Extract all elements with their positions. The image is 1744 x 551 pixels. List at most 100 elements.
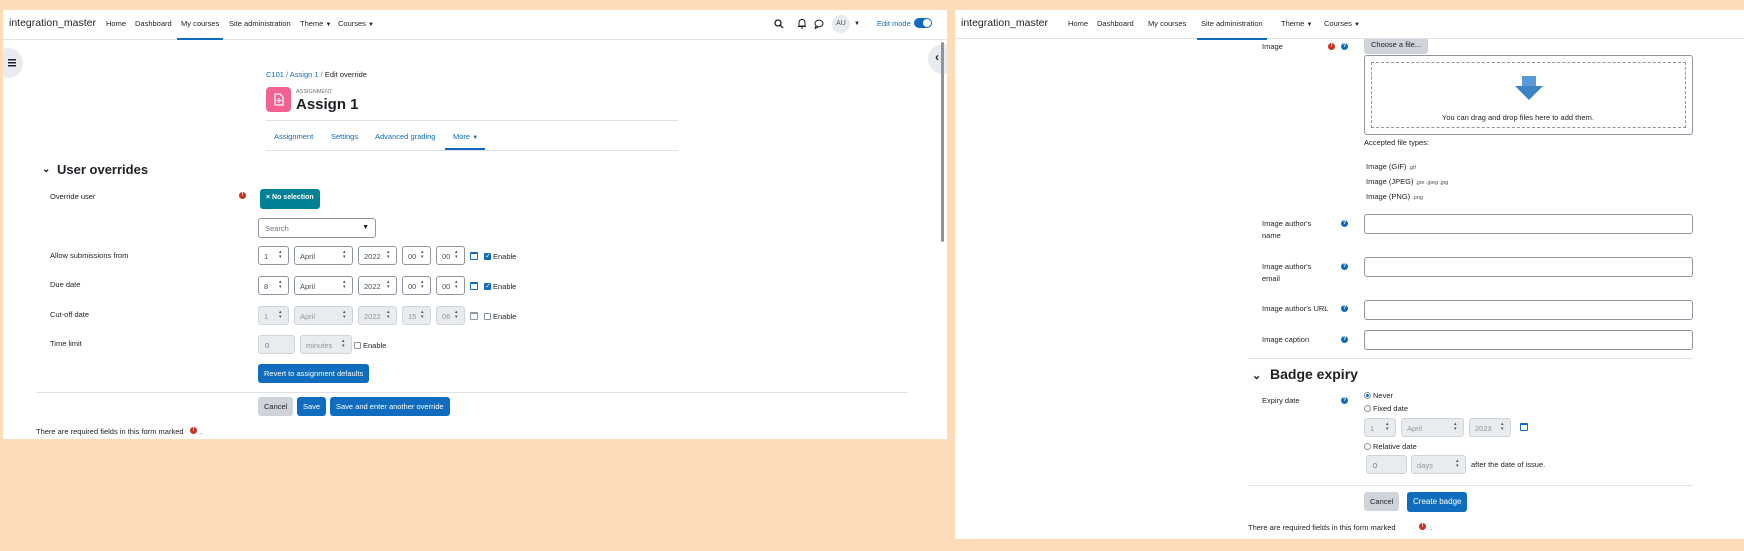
note-period: . [1430,523,1433,532]
search-icon[interactable] [774,19,784,29]
cancel-button[interactable]: Cancel [258,397,294,416]
calendar-icon[interactable] [470,282,478,290]
time-limit-unit-select[interactable]: minutes [300,335,352,354]
tab-assignment[interactable]: Assignment [274,132,313,141]
calendar-icon[interactable] [1520,423,1528,431]
site-brand[interactable]: integration_master [961,17,1048,29]
nav-theme-label: Theme [300,19,324,28]
calendar-icon[interactable] [470,312,478,320]
allow-minute-select[interactable]: 00 [436,246,465,265]
help-icon[interactable]: ? [1341,397,1348,404]
tab-more-label: More [453,132,471,141]
course-index-drawer-button[interactable] [3,48,23,78]
cancel-button[interactable]: Cancel [1364,492,1400,511]
block-drawer-button[interactable]: ‹ [928,44,947,74]
due-day-select[interactable]: 8 [258,276,289,295]
no-selection-tag[interactable]: × No selection [260,189,320,209]
due-month-select[interactable]: April [294,276,353,295]
allow-enable-checkbox[interactable] [484,252,491,260]
author-email-label: Image author's email [1262,262,1312,283]
nav-my-courses[interactable]: My courses [1148,19,1186,28]
required-icon: ! [239,192,246,199]
fixed-day-select[interactable]: 1 [1364,418,1396,437]
allow-month-select[interactable]: April [294,246,353,265]
nav-site-administration[interactable]: Site administration [229,19,291,28]
relative-unit-select[interactable]: days [1411,455,1466,474]
nav-dashboard[interactable]: Dashboard [1097,19,1134,28]
author-url-input[interactable] [1364,300,1693,320]
help-icon[interactable]: ? [1341,336,1348,343]
due-minute-select[interactable]: 00 [436,276,465,295]
chevron-down-icon[interactable]: ▼ [854,21,860,27]
author-name-input[interactable] [1364,214,1693,234]
expiry-relative-label: Relative date [1373,442,1417,451]
expiry-relative-radio[interactable] [1364,443,1371,450]
required-icon: ! [190,427,197,434]
tab-advanced-grading[interactable]: Advanced grading [375,132,435,141]
time-limit-input[interactable]: 0 [258,335,295,354]
expiry-never-radio[interactable] [1364,392,1371,399]
top-navbar: integration_master Home Dashboard My cou… [955,10,1744,40]
tab-settings[interactable]: Settings [331,132,358,141]
collapse-chevron-icon[interactable]: ⌄ [1252,369,1261,382]
user-avatar[interactable]: AU [832,15,850,33]
nav-my-courses[interactable]: My courses [176,19,224,40]
cutoff-year-select[interactable]: 2022 [358,306,397,325]
breadcrumb-course[interactable]: C101 [266,70,284,79]
time-limit-enable-label: Enable [363,341,387,350]
relative-value-input[interactable]: 0 [1366,455,1407,474]
fixed-year-select[interactable]: 2023 [1469,418,1511,437]
breadcrumb-assign[interactable]: Assign 1 [290,70,319,79]
allow-hour-select[interactable]: 00 [402,246,431,265]
due-enable-checkbox[interactable] [484,282,491,290]
allow-day-select[interactable]: 1 [258,246,289,265]
chevron-down-icon: ▼ [325,22,332,28]
save-button[interactable]: Save [297,397,327,416]
nav-home[interactable]: Home [1068,19,1088,28]
messages-icon[interactable] [814,19,824,29]
allow-year-select[interactable]: 2022 [358,246,397,265]
nav-site-administration[interactable]: Site administration [1197,19,1267,40]
assignment-override-window: integration_master Home Dashboard My cou… [3,10,947,439]
activity-type: ASSIGNMENT [296,89,333,95]
help-icon[interactable]: ? [1341,305,1348,312]
help-icon[interactable]: ? [1341,263,1348,270]
nav-dashboard[interactable]: Dashboard [135,19,172,28]
cutoff-enable-label: Enable [493,312,517,321]
divider [1248,485,1693,486]
nav-home[interactable]: Home [106,19,126,28]
author-email-input[interactable] [1364,257,1693,277]
due-hour-select[interactable]: 00 [402,276,431,295]
scrollbar-thumb[interactable] [941,42,944,242]
cutoff-day-select[interactable]: 1 [258,306,289,325]
nav-courses-label: Courses [338,19,366,28]
fixed-month-select[interactable]: April [1401,418,1464,437]
search-input[interactable]: Search ▼ [258,218,376,238]
help-icon[interactable]: ? [1341,220,1348,227]
file-drop-zone[interactable]: You can drag and drop files here to add … [1364,55,1693,135]
calendar-icon[interactable] [470,252,478,260]
expiry-fixed-radio[interactable] [1364,405,1371,412]
due-year-select[interactable]: 2022 [358,276,397,295]
nav-theme-menu[interactable]: Theme ▼ [300,19,331,28]
nav-courses-menu[interactable]: Courses ▼ [1324,19,1360,28]
time-limit-enable-checkbox[interactable] [354,342,361,349]
cutoff-minute-select[interactable]: 06 [436,306,465,325]
create-badge-button[interactable]: Create badge [1407,492,1468,512]
cutoff-month-select[interactable]: April [294,306,353,325]
revert-defaults-button[interactable]: Revert to assignment defaults [258,364,370,383]
file-type-png: Image (PNG) .png [1366,190,1448,205]
tab-more[interactable]: More ▼ [453,132,478,141]
image-caption-input[interactable] [1364,330,1693,350]
edit-mode-toggle[interactable] [914,18,932,28]
cutoff-hour-select[interactable]: 15 [402,306,431,325]
save-another-button[interactable]: Save and enter another override [330,397,450,416]
nav-courses-menu[interactable]: Courses ▼ [338,19,374,28]
help-icon[interactable]: ? [1341,43,1348,50]
nav-theme-menu[interactable]: Theme ▼ [1281,19,1312,28]
collapse-chevron-icon[interactable]: ⌄ [42,164,50,175]
site-brand[interactable]: integration_master [9,17,96,29]
author-name-label: Image author's name [1262,219,1312,240]
cutoff-enable-checkbox[interactable] [484,313,491,320]
notification-bell-icon[interactable] [797,18,807,29]
